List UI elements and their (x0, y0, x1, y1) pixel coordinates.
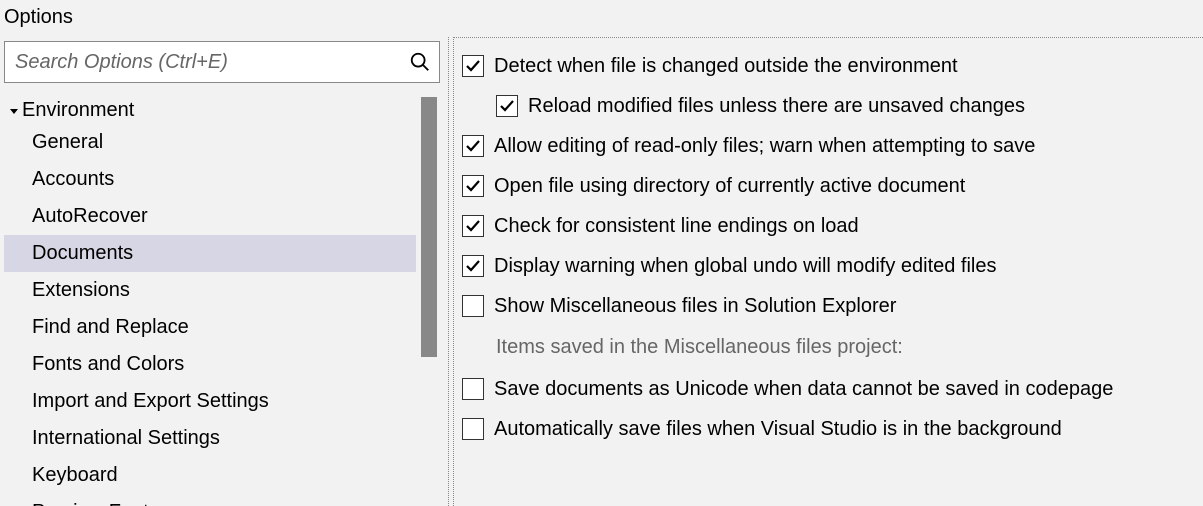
tree-item-international[interactable]: International Settings (4, 420, 416, 457)
splitter[interactable] (448, 37, 454, 506)
scrollbar-thumb[interactable] (421, 97, 437, 357)
setting-auto-save-bg[interactable]: Automatically save files when Visual Stu… (462, 409, 1199, 449)
window-title: Options (0, 0, 1203, 37)
search-icon[interactable] (409, 51, 431, 73)
tree-wrap: Environment General Accounts AutoRecover… (4, 97, 440, 506)
misc-sublabel: Items saved in the Miscellaneous files p… (462, 326, 1199, 369)
content-area: Environment General Accounts AutoRecover… (0, 37, 1203, 506)
checkbox-icon[interactable] (462, 135, 484, 157)
tree-item-fonts-colors[interactable]: Fonts and Colors (4, 346, 416, 383)
setting-allow-readonly[interactable]: Allow editing of read-only files; warn w… (462, 126, 1199, 166)
checkbox-icon[interactable] (462, 378, 484, 400)
tree-item-extensions[interactable]: Extensions (4, 272, 416, 309)
tree-item-general[interactable]: General (4, 124, 416, 161)
checkbox-icon[interactable] (462, 418, 484, 440)
tree-item-keyboard[interactable]: Keyboard (4, 457, 416, 494)
tree-group-environment[interactable]: Environment (4, 97, 416, 124)
setting-save-unicode[interactable]: Save documents as Unicode when data cann… (462, 369, 1199, 409)
checkbox-icon[interactable] (496, 95, 518, 117)
options-window: Options Environment (0, 0, 1203, 506)
tree-group-label: Environment (22, 99, 134, 122)
setting-label: Display warning when global undo will mo… (494, 250, 997, 282)
checkbox-icon[interactable] (462, 215, 484, 237)
checkbox-icon[interactable] (462, 55, 484, 77)
search-field[interactable] (4, 41, 440, 83)
setting-label: Reload modified files unless there are u… (528, 90, 1025, 122)
setting-label: Save documents as Unicode when data cann… (494, 373, 1113, 405)
setting-open-directory[interactable]: Open file using directory of currently a… (462, 166, 1199, 206)
setting-label: Open file using directory of currently a… (494, 170, 965, 202)
setting-show-misc[interactable]: Show Miscellaneous files in Solution Exp… (462, 286, 1199, 326)
collapse-arrow-icon (8, 106, 20, 116)
checkbox-icon[interactable] (462, 295, 484, 317)
checkbox-icon[interactable] (462, 175, 484, 197)
tree-item-preview-features[interactable]: Preview Features (4, 494, 416, 506)
setting-global-undo[interactable]: Display warning when global undo will mo… (462, 246, 1199, 286)
tree-item-find-replace[interactable]: Find and Replace (4, 309, 416, 346)
tree-item-autorecover[interactable]: AutoRecover (4, 198, 416, 235)
tree-scrollbar[interactable] (418, 97, 440, 506)
checkbox-icon[interactable] (462, 255, 484, 277)
search-input[interactable] (15, 51, 409, 74)
setting-detect-changed[interactable]: Detect when file is changed outside the … (462, 46, 1199, 86)
tree-item-documents[interactable]: Documents (4, 235, 416, 272)
setting-label: Check for consistent line endings on loa… (494, 210, 859, 242)
setting-label: Detect when file is changed outside the … (494, 50, 958, 82)
setting-line-endings[interactable]: Check for consistent line endings on loa… (462, 206, 1199, 246)
tree-item-accounts[interactable]: Accounts (4, 161, 416, 198)
left-pane: Environment General Accounts AutoRecover… (0, 37, 448, 506)
setting-label: Automatically save files when Visual Stu… (494, 413, 1062, 445)
setting-reload-modified[interactable]: Reload modified files unless there are u… (462, 86, 1199, 126)
setting-label: Show Miscellaneous files in Solution Exp… (494, 290, 896, 322)
setting-label: Allow editing of read-only files; warn w… (494, 130, 1035, 162)
tree-item-import-export[interactable]: Import and Export Settings (4, 383, 416, 420)
settings-panel: Detect when file is changed outside the … (454, 37, 1203, 506)
options-tree[interactable]: Environment General Accounts AutoRecover… (4, 97, 416, 506)
